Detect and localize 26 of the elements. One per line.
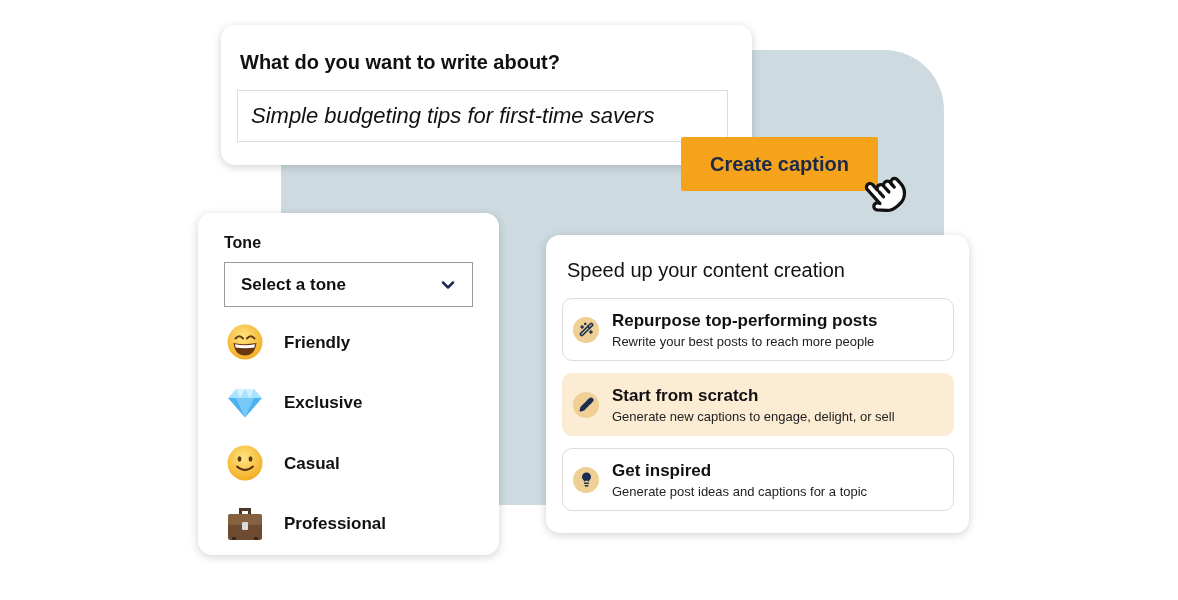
lightbulb-icon <box>573 466 599 493</box>
create-caption-button[interactable]: Create caption <box>681 137 878 191</box>
smiling-face-icon <box>227 445 263 482</box>
options-heading: Speed up your content creation <box>567 258 845 282</box>
gem-icon <box>227 387 263 418</box>
tone-option[interactable]: Exclusive <box>284 390 363 416</box>
tone-select[interactable]: Select a tone <box>224 262 473 307</box>
tone-label: Tone <box>224 233 262 252</box>
magic-wand-icon <box>573 316 599 343</box>
option-title: Start from scratch <box>612 384 760 406</box>
tone-option[interactable]: Casual <box>284 450 340 476</box>
option-description: Rewrite your best posts to reach more people <box>612 332 876 350</box>
option-card[interactable]: Get inspired Generate post ideas and captions for a topic <box>562 448 954 511</box>
tone-option[interactable]: Friendly <box>284 329 351 355</box>
option-description: Generate new captions to engage, delight, or sell <box>612 407 895 425</box>
pencil-icon <box>573 391 599 418</box>
briefcase-icon <box>227 506 263 541</box>
prompt-label: What do you want to write about? <box>240 50 560 74</box>
option-title: Get inspired <box>612 459 713 481</box>
option-title: Repurpose top-performing posts <box>612 309 878 331</box>
option-description: Generate post ideas and captions for a topic <box>612 482 868 500</box>
topic-input[interactable]: Simple budgeting tips for first-time savers <box>237 90 728 142</box>
option-card[interactable]: Repurpose top-performing posts Rewrite your best posts to reach more people <box>562 298 954 361</box>
grinning-face-icon <box>227 324 263 361</box>
option-card[interactable]: Start from scratch Generate new captions to engage, delight, or sell <box>562 373 954 436</box>
tone-option[interactable]: Professional <box>284 511 387 537</box>
